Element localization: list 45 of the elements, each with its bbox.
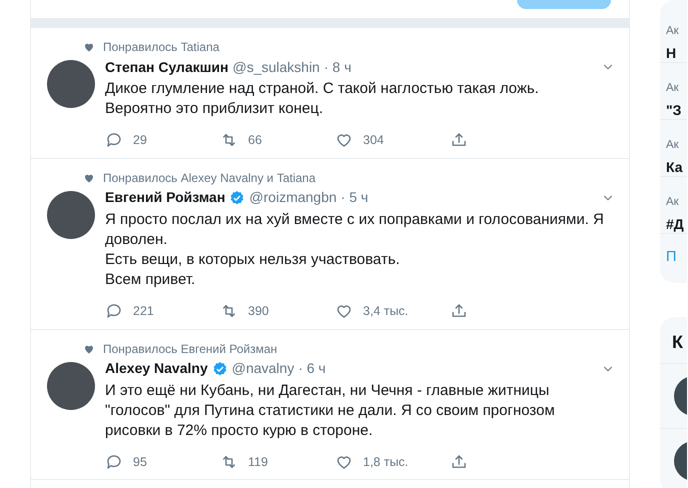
- like-count: 1,8 тыс.: [363, 454, 408, 470]
- tweet-text: Я просто послал их на хуй вместе с их поправками и голосованиями. Я доволен. Есть вещи, в которых нельзя участвовать. Всем привет.: [105, 210, 605, 290]
- avatar: [47, 362, 95, 410]
- author-handle[interactable]: @s_sulakshin: [232, 56, 320, 78]
- like-count: 304: [363, 132, 384, 149]
- reply-icon[interactable]: [105, 452, 123, 471]
- share-icon[interactable]: [450, 452, 468, 471]
- tweet-text: И это ещё ни Кубань, ни Дагестан, ни Чечня - главные житницы "голосов" для Путина статистики не дали. Я со своим прогнозом рисовки в 72% просто курю в стороне.: [105, 380, 556, 440]
- tweet-time[interactable]: · 8 ч: [324, 56, 352, 78]
- liked-by-text: Понравилось Alexey Navalny и Tatiana: [103, 170, 316, 187]
- author-handle[interactable]: @roizmangbn: [249, 187, 337, 208]
- retweet-count: 119: [248, 454, 268, 470]
- heart-icon: [83, 342, 95, 354]
- retweet-count: 390: [248, 302, 269, 320]
- author-name[interactable]: Евгений Ройзман: [105, 187, 226, 208]
- trend-context: Ак: [666, 195, 679, 210]
- reply-count: 95: [133, 454, 147, 470]
- liked-by-text: Понравилось Tatiana: [103, 39, 220, 56]
- trend-context: Ак: [666, 24, 679, 39]
- trend-title[interactable]: "З: [666, 100, 682, 121]
- trend-title[interactable]: #Д: [666, 214, 684, 235]
- avatar: [47, 60, 95, 108]
- tweet-time[interactable]: · 6 ч: [298, 358, 326, 379]
- retweet-count: 66: [248, 132, 262, 149]
- verified-badge-icon: [229, 190, 246, 206]
- heart-icon: [83, 41, 95, 53]
- heart-icon: [83, 172, 95, 184]
- trend-context: Ак: [666, 138, 679, 153]
- trend-title[interactable]: Н: [666, 43, 676, 64]
- like-count: 3,4 тыс.: [363, 302, 408, 320]
- panel-title: К: [671, 330, 684, 354]
- author-handle[interactable]: @navalny: [232, 358, 294, 379]
- verified-badge-icon: [212, 360, 228, 376]
- reply-count: 29: [133, 132, 147, 149]
- reply-count: 221: [133, 302, 154, 320]
- trend-title[interactable]: Ка: [666, 157, 683, 178]
- avatar: [47, 190, 95, 239]
- author-name[interactable]: Alexey Navalny: [105, 358, 208, 379]
- tweet-time[interactable]: · 5 ч: [340, 187, 368, 208]
- author-name[interactable]: Степан Сулакшин: [105, 56, 228, 78]
- liked-by-text: Понравилось Евгений Ройзман: [103, 340, 278, 358]
- trend-context: Ак: [666, 81, 679, 96]
- tweet-text: Дикое глумление над страной. С такой наглостью такая ложь. Вероятно это приблизит конец.: [105, 79, 540, 119]
- reply-icon[interactable]: [105, 131, 123, 150]
- reply-icon[interactable]: [105, 302, 123, 320]
